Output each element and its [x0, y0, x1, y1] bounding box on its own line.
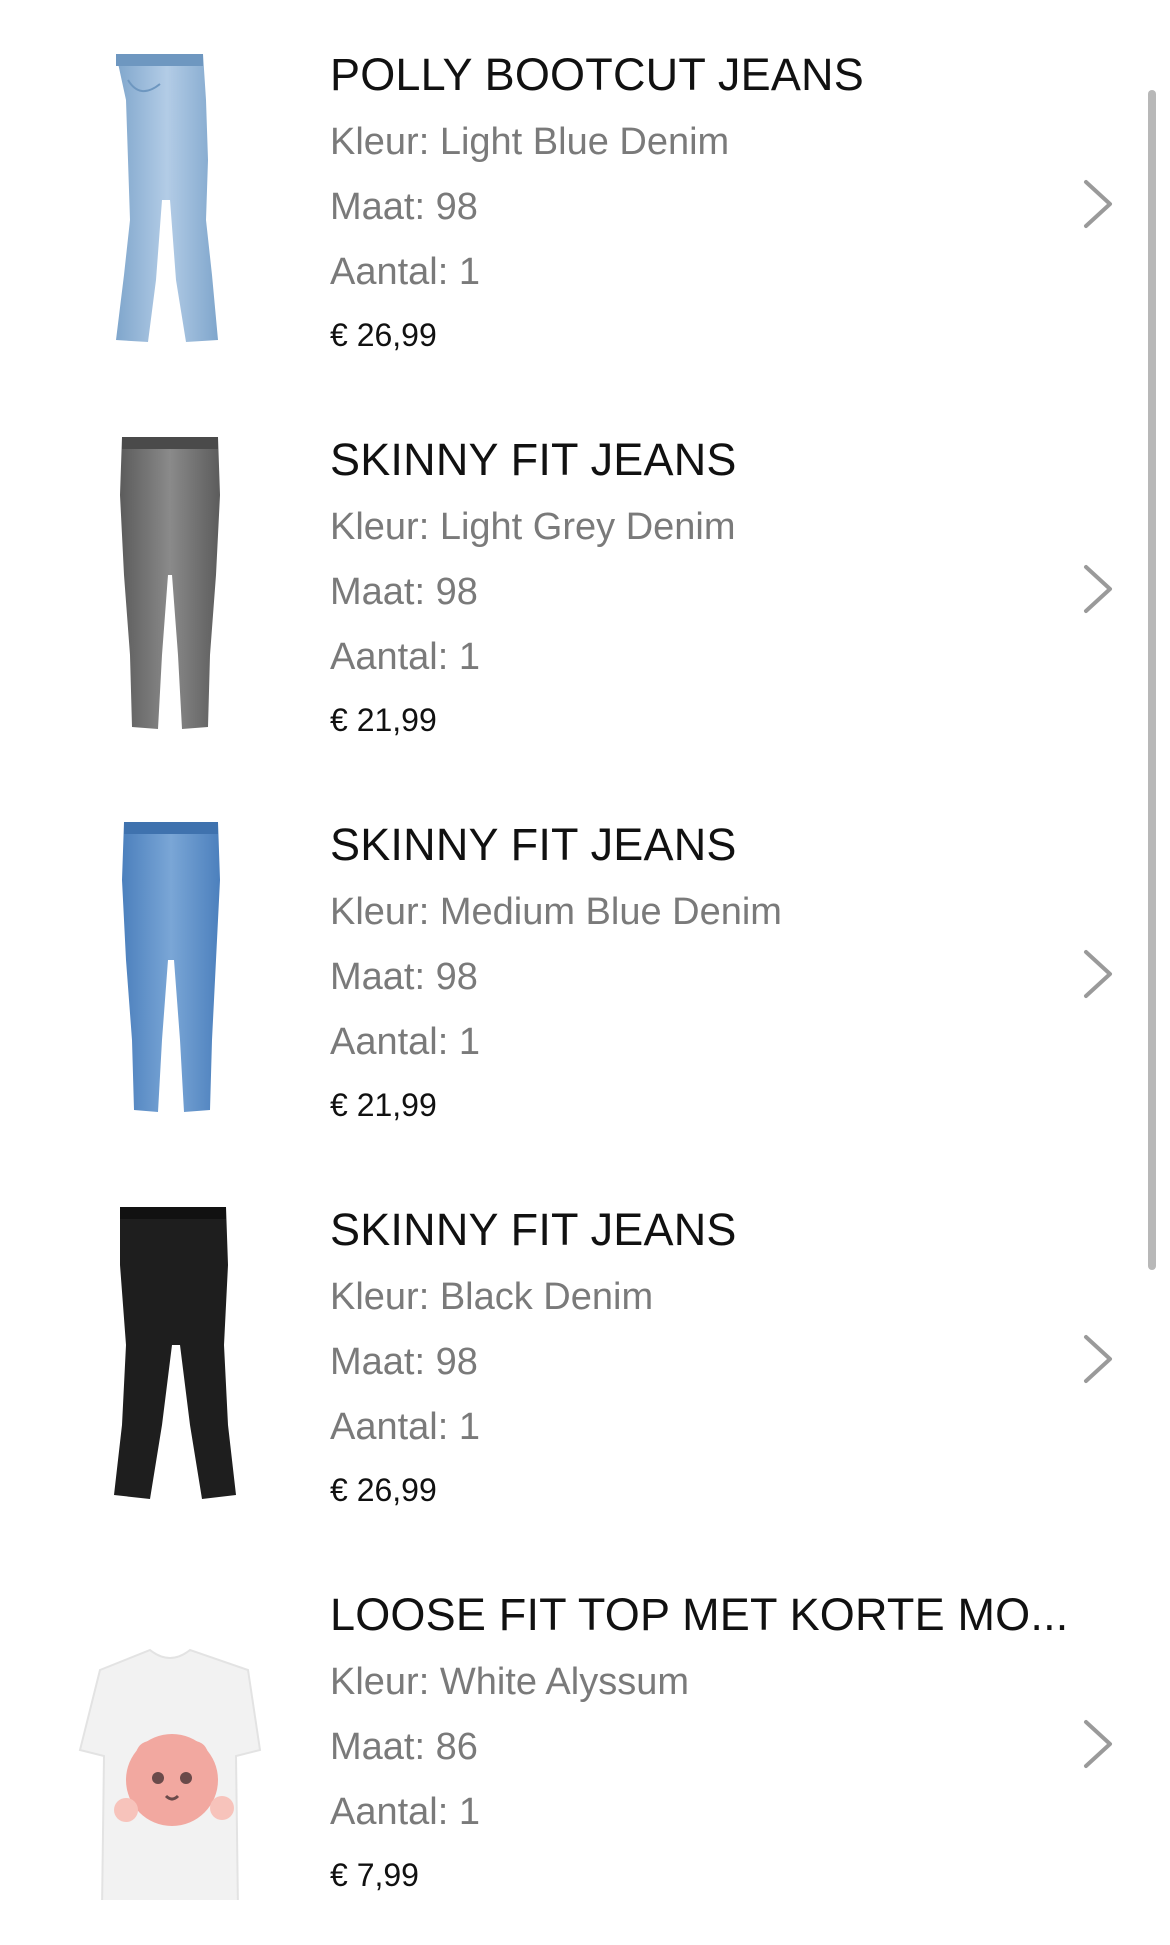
product-color: Kleur: Light Grey Denim — [330, 506, 736, 548]
product-price: € 21,99 — [330, 702, 437, 738]
product-quantity: Aantal: 1 — [330, 1021, 480, 1063]
product-title: POLLY BOOTCUT JEANS — [330, 49, 864, 100]
product-size: Maat: 86 — [330, 1726, 478, 1768]
product-image-light-blue-bootcut-jeans — [40, 40, 300, 360]
product-price: € 26,99 — [330, 317, 437, 353]
product-size: Maat: 98 — [330, 1341, 478, 1383]
tshirt-white-leopard-icon — [78, 1648, 262, 1900]
product-quantity: Aantal: 1 — [330, 636, 480, 678]
list-item[interactable]: SKINNY FIT JEANS Kleur: Light Grey Denim… — [0, 385, 1150, 770]
product-image-black-jeans — [40, 1195, 300, 1515]
product-price: € 21,99 — [330, 1087, 437, 1123]
product-image-medium-blue-skinny-jeans — [40, 810, 300, 1130]
list-item[interactable]: LOOSE FIT TOP MET KORTE MO... Kleur: Whi… — [0, 1540, 1150, 1925]
vertical-scrollbar[interactable] — [1148, 90, 1156, 1270]
jeans-light-grey-skinny-icon — [120, 437, 220, 729]
jeans-medium-blue-skinny-icon — [122, 822, 220, 1112]
product-title: LOOSE FIT TOP MET KORTE MO... — [330, 1589, 1069, 1640]
product-color: Kleur: Black Denim — [330, 1276, 654, 1318]
product-title: SKINNY FIT JEANS — [330, 819, 737, 870]
jeans-black-flared-icon — [114, 1207, 236, 1499]
product-title: SKINNY FIT JEANS — [330, 434, 737, 485]
chevron-right-icon[interactable] — [1080, 178, 1116, 230]
list-item[interactable]: SKINNY FIT JEANS Kleur: Black Denim Maat… — [0, 1155, 1150, 1540]
product-color: Kleur: Medium Blue Denim — [330, 891, 782, 933]
chevron-right-icon[interactable] — [1080, 563, 1116, 615]
order-items-list: POLLY BOOTCUT JEANS Kleur: Light Blue De… — [0, 0, 1170, 1945]
product-quantity: Aantal: 1 — [330, 1791, 480, 1833]
product-size: Maat: 98 — [330, 571, 478, 613]
list-item[interactable]: SKINNY FIT JEANS Kleur: Medium Blue Deni… — [0, 770, 1150, 1155]
product-title: SKINNY FIT JEANS — [330, 1204, 737, 1255]
product-size: Maat: 98 — [330, 956, 478, 998]
product-price: € 7,99 — [330, 1857, 419, 1893]
product-quantity: Aantal: 1 — [330, 1406, 480, 1448]
chevron-right-icon[interactable] — [1080, 1333, 1116, 1385]
product-quantity: Aantal: 1 — [330, 251, 480, 293]
product-color: Kleur: Light Blue Denim — [330, 121, 730, 163]
chevron-right-icon[interactable] — [1080, 1718, 1116, 1770]
list-item[interactable]: POLLY BOOTCUT JEANS Kleur: Light Blue De… — [0, 0, 1150, 385]
product-size: Maat: 98 — [330, 186, 478, 228]
jeans-light-blue-bootcut-icon — [116, 54, 218, 342]
product-price: € 26,99 — [330, 1472, 437, 1508]
product-color: Kleur: White Alyssum — [330, 1661, 689, 1703]
chevron-right-icon[interactable] — [1080, 948, 1116, 1000]
product-image-light-grey-skinny-jeans — [40, 425, 300, 745]
product-image-white-top-leopard — [40, 1580, 300, 1900]
